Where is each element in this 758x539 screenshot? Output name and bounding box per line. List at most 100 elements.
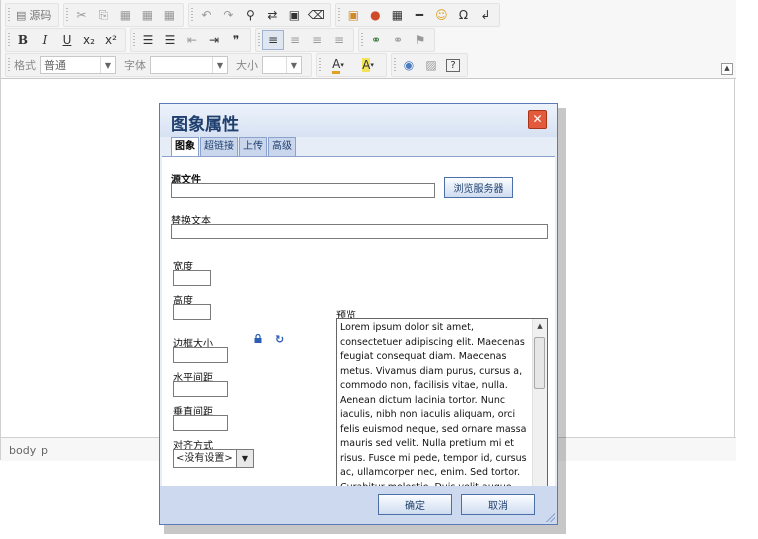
- align-group: ≡ ≡ ≡ ≡: [255, 28, 354, 52]
- preview-vertical-scrollbar[interactable]: ▲ ▼: [532, 319, 547, 496]
- help-icon[interactable]: ?: [442, 55, 464, 75]
- redo-icon[interactable]: ↷: [217, 5, 239, 25]
- dialog-title: 图象属性: [171, 115, 239, 135]
- image-icon[interactable]: ▣: [342, 5, 364, 25]
- undo-icon[interactable]: ↶: [195, 5, 217, 25]
- insert-group: ▣ ● ▦ ━ ☺ Ω ↲: [335, 3, 501, 27]
- outdent-icon[interactable]: ⇤: [181, 30, 203, 50]
- alt-text-input[interactable]: [171, 224, 548, 239]
- dialog-title-bar[interactable]: 图象属性 ✕: [160, 104, 557, 137]
- align-left-icon[interactable]: ≡: [262, 30, 284, 50]
- resize-grip-icon[interactable]: [545, 512, 555, 522]
- subscript-icon[interactable]: x₂: [78, 30, 100, 50]
- blockquote-icon[interactable]: ❞: [225, 30, 247, 50]
- underline-icon[interactable]: U: [56, 30, 78, 50]
- align-justify-icon[interactable]: ≡: [328, 30, 350, 50]
- format-value: 普通: [44, 59, 66, 72]
- size-label: 大小: [236, 59, 258, 72]
- ok-button[interactable]: 确定: [378, 494, 452, 515]
- bold-icon[interactable]: B: [12, 30, 34, 50]
- align-center-icon[interactable]: ≡: [284, 30, 306, 50]
- preview-box: Lorem ipsum dolor sit amet, consectetuer…: [336, 318, 548, 511]
- source-button[interactable]: ▤ 源码: [12, 5, 55, 25]
- scroll-thumb[interactable]: [534, 337, 545, 389]
- unlink-icon[interactable]: ⚭: [387, 30, 409, 50]
- clipboard-group: ✂ ⎘ ▦ ▦ ▦: [63, 3, 185, 27]
- width-input[interactable]: [173, 270, 211, 286]
- reset-size-icon[interactable]: ↻: [275, 333, 284, 346]
- hspace-input[interactable]: [173, 381, 228, 397]
- combo-group: 格式 普通 ▼ 字体 ▼ 大小 ▼: [5, 53, 312, 77]
- numbered-list-icon[interactable]: ☰: [137, 30, 159, 50]
- page-break-icon[interactable]: ↲: [474, 5, 496, 25]
- chevron-down-icon: ▼: [286, 57, 301, 73]
- flash-icon[interactable]: ●: [364, 5, 386, 25]
- font-combo[interactable]: ▼: [150, 56, 228, 74]
- format-combo[interactable]: 普通 ▼: [40, 56, 116, 74]
- align-value: <没有设置>: [176, 453, 233, 464]
- tab-image[interactable]: 图象: [171, 137, 199, 157]
- link-group: ⚭ ⚭ ⚑: [358, 28, 435, 52]
- image-properties-dialog: 图象属性 ✕ 图象 超链接 上传 高级 源文件 浏览服务器 替换文本 宽度 高度…: [159, 103, 558, 525]
- align-right-icon[interactable]: ≡: [306, 30, 328, 50]
- table-icon[interactable]: ▦: [386, 5, 408, 25]
- font-label: 字体: [124, 59, 146, 72]
- cancel-button[interactable]: 取消: [461, 494, 535, 515]
- toolbar-row-2: B I U x₂ x² ☰ ☰ ⇤ ⇥ ❞ ≡ ≡ ≡ ≡ ⚭ ⚭ ⚑: [5, 28, 439, 52]
- path-item-p[interactable]: p: [41, 444, 48, 457]
- smiley-icon[interactable]: ☺: [430, 5, 452, 25]
- collapse-toolbar-icon[interactable]: ▲: [721, 63, 733, 75]
- text-style-group: B I U x₂ x²: [5, 28, 126, 52]
- vspace-input[interactable]: [173, 415, 228, 431]
- italic-icon[interactable]: I: [34, 30, 56, 50]
- history-group: ↶ ↷ ⚲ ⇄ ▣ ⌫: [188, 3, 332, 27]
- height-input[interactable]: [173, 304, 211, 320]
- bg-color-icon[interactable]: A ▾: [353, 55, 383, 75]
- paste-word-icon[interactable]: ▦: [158, 5, 180, 25]
- source-url-input[interactable]: [171, 183, 435, 198]
- source-icon: ▤: [16, 8, 27, 22]
- preview-text: Lorem ipsum dolor sit amet, consectetuer…: [340, 322, 527, 507]
- chevron-down-icon: ▼: [236, 450, 253, 467]
- show-blocks-icon[interactable]: ▨: [420, 55, 442, 75]
- size-combo[interactable]: ▼: [262, 56, 302, 74]
- dialog-body: 源文件 浏览服务器 替换文本 宽度 高度 ↻ 边框大小 水平间距 垂直间距 对齐…: [162, 156, 555, 511]
- dialog-tabs: 图象 超链接 上传 高级: [171, 137, 297, 157]
- find-icon[interactable]: ⚲: [239, 5, 261, 25]
- horizontal-rule-icon[interactable]: ━: [408, 5, 430, 25]
- superscript-icon[interactable]: x²: [100, 30, 122, 50]
- browse-server-button[interactable]: 浏览服务器: [444, 177, 513, 198]
- cut-icon[interactable]: ✂: [70, 5, 92, 25]
- tab-link[interactable]: 超链接: [200, 137, 238, 156]
- tab-upload[interactable]: 上传: [239, 137, 267, 156]
- replace-icon[interactable]: ⇄: [261, 5, 283, 25]
- text-color-icon[interactable]: A ▾: [323, 55, 353, 75]
- special-char-icon[interactable]: Ω: [452, 5, 474, 25]
- align-select[interactable]: <没有设置> ▼: [173, 449, 254, 468]
- scroll-up-icon[interactable]: ▲: [533, 319, 547, 333]
- chevron-down-icon: ▼: [100, 57, 115, 73]
- toolbar-row-3: 格式 普通 ▼ 字体 ▼ 大小 ▼ A ▾ A ▾ ◉ ▨ ?: [5, 53, 472, 77]
- bulleted-list-icon[interactable]: ☰: [159, 30, 181, 50]
- paste-text-icon[interactable]: ▦: [136, 5, 158, 25]
- path-item-body[interactable]: body: [9, 444, 36, 457]
- source-group: ▤ 源码: [5, 3, 60, 27]
- anchor-icon[interactable]: ⚑: [409, 30, 431, 50]
- copy-icon[interactable]: ⎘: [92, 5, 114, 25]
- tab-advanced[interactable]: 高级: [268, 137, 296, 156]
- select-all-icon[interactable]: ▣: [283, 5, 305, 25]
- tools-group: ◉ ▨ ?: [391, 53, 468, 77]
- list-group: ☰ ☰ ⇤ ⇥ ❞: [130, 28, 251, 52]
- maximize-icon[interactable]: ◉: [398, 55, 420, 75]
- toolbar-row-1: ▤ 源码 ✂ ⎘ ▦ ▦ ▦ ↶ ↷ ⚲ ⇄ ▣ ⌫ ▣ ● ▦ ━ ☺ Ω ↲: [5, 3, 504, 27]
- indent-icon[interactable]: ⇥: [203, 30, 225, 50]
- border-input[interactable]: [173, 347, 228, 363]
- close-icon[interactable]: ✕: [528, 110, 547, 129]
- remove-format-icon[interactable]: ⌫: [305, 5, 327, 25]
- link-icon[interactable]: ⚭: [365, 30, 387, 50]
- dialog-footer: 确定 取消: [160, 486, 557, 524]
- lock-ratio-icon[interactable]: [254, 334, 262, 343]
- editor-toolbar: ▤ 源码 ✂ ⎘ ▦ ▦ ▦ ↶ ↷ ⚲ ⇄ ▣ ⌫ ▣ ● ▦ ━ ☺ Ω ↲…: [1, 0, 736, 79]
- paste-icon[interactable]: ▦: [114, 5, 136, 25]
- format-label: 格式: [14, 59, 36, 72]
